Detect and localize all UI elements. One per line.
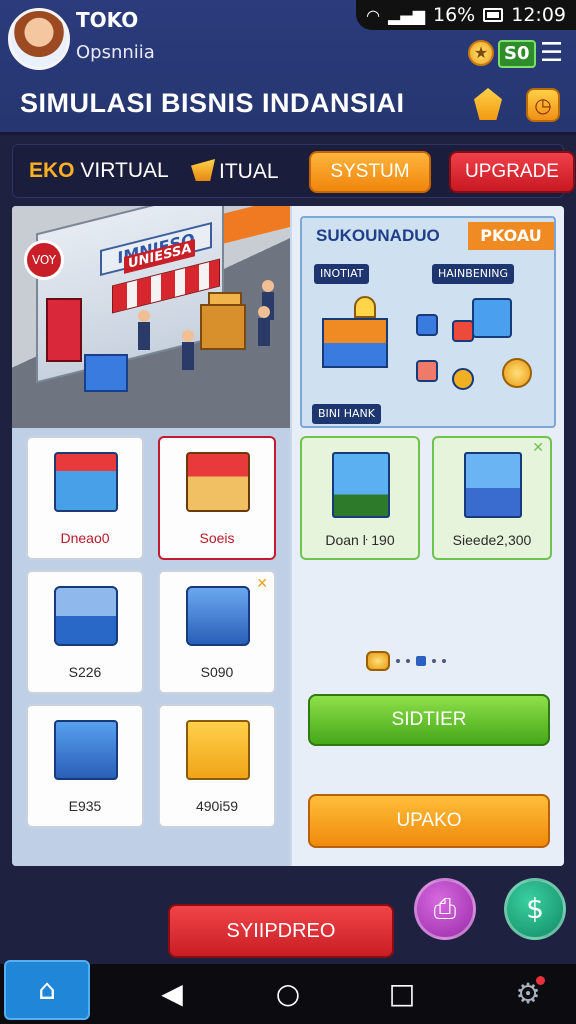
battery-percent: 16% [433, 4, 476, 26]
page-dot[interactable] [406, 659, 410, 663]
business-info-panel: SUKOUNADUO PKOAU INOTIAT HAINBENING BINI… [300, 216, 556, 428]
cooler-box [84, 354, 128, 392]
product-card-atm[interactable]: E935 [26, 704, 144, 828]
page-indicator [366, 650, 446, 672]
balance-display: S0 [498, 40, 536, 68]
product-card-tower[interactable]: ✕ S090 [158, 570, 276, 694]
tab-itual[interactable]: ITUAL [191, 159, 279, 184]
kiosk-icon [472, 298, 512, 338]
page-dot-active[interactable] [416, 656, 426, 666]
tab-row: EKO VIRTUAL ITUAL SYSTUM UPGRADE [12, 144, 575, 198]
info-chip: INOTIAT [314, 264, 370, 284]
info-tag[interactable]: PKOAU [468, 222, 554, 250]
tab-itual-label: ITUAL [219, 160, 279, 183]
product-price: 490i59 [195, 798, 239, 814]
atm-icon [54, 720, 118, 780]
coin-icon: ★ [468, 40, 494, 66]
systum-button[interactable]: SYSTUM [309, 151, 431, 193]
billboard-icon [332, 452, 390, 518]
back-icon[interactable]: ◀ [152, 976, 192, 1012]
receipt-icon[interactable]: ⎙ [414, 878, 476, 940]
product-price: S226 [68, 664, 102, 680]
tab-virtual[interactable]: EKO VIRTUAL [29, 159, 169, 183]
shield-icon [191, 159, 215, 181]
upgrade-button[interactable]: UPGRADE [449, 151, 575, 193]
recents-icon[interactable]: □ [382, 976, 422, 1012]
product-price: S090 [200, 664, 234, 680]
store-name: TOKO [76, 8, 139, 32]
signal-icon: ▂▄▆ [388, 5, 425, 25]
clock-time: 12:09 [511, 4, 566, 26]
wifi-icon: ◠ [366, 5, 381, 25]
store-logo: VOY [24, 240, 64, 280]
tab-virtual-prefix: EKO [29, 159, 75, 182]
info-chip: HAINBENING [432, 264, 514, 284]
home-circle-icon[interactable]: ○ [268, 976, 308, 1012]
vending-machine [46, 298, 82, 362]
product-card-bag[interactable]: 490i59 [158, 704, 276, 828]
lamp-icon [354, 296, 376, 318]
box-icon [452, 320, 474, 342]
display-case-icon [464, 452, 522, 518]
page-dot[interactable] [442, 659, 446, 663]
customer-figure [258, 306, 270, 346]
clock-icon[interactable]: ◷ [526, 88, 560, 122]
register-icon [54, 586, 118, 646]
customer-figure [182, 330, 194, 370]
dollar-icon[interactable]: $ [504, 878, 566, 940]
shop-icon [54, 452, 118, 512]
info-title: SUKOUNADUO [316, 226, 440, 245]
navigation-bar: ⌂ ◀ ○ □ ⚙ [0, 960, 576, 1024]
coin-icon [452, 368, 474, 390]
customer-figure [138, 310, 150, 350]
red-action-button[interactable]: SYIIPDREO [168, 904, 394, 958]
product-price: E935 [68, 798, 102, 814]
home-icon[interactable]: ⌂ [4, 960, 90, 1020]
game-title: SIMULASI BISNIS INDANSIAI [20, 88, 405, 118]
player-avatar[interactable] [8, 8, 70, 70]
store-subtitle: Opsnniia [76, 42, 155, 63]
menu-icon[interactable]: ☰ [540, 38, 563, 68]
store-scene[interactable]: VOY IMNIESO UNIESSA [12, 206, 290, 428]
close-icon[interactable]: ✕ [532, 440, 544, 456]
shopping-bag-icon [186, 720, 250, 780]
crate-stack [200, 304, 246, 350]
tab-virtual-label: VIRTUAL [80, 159, 169, 182]
product-price: Doan ŀ 190 [325, 532, 395, 548]
tower-icon [186, 586, 250, 646]
box-icon [416, 360, 438, 382]
left-column: VOY IMNIESO UNIESSA Dneao0 Soeis S226 ✕ [12, 206, 290, 866]
product-card-display[interactable]: ✕ Sieede2,300 [432, 436, 552, 560]
coin-stack-icon [502, 358, 532, 388]
desk-icon [322, 318, 388, 368]
product-card-board[interactable]: Doan ŀ 190 [300, 436, 420, 560]
product-card-shop[interactable]: Dneao0 [26, 436, 144, 560]
achievement-badge-icon[interactable] [474, 88, 502, 120]
right-column: SUKOUNADUO PKOAU INOTIAT HAINBENING BINI… [292, 206, 564, 866]
main-panel: VOY IMNIESO UNIESSA Dneao0 Soeis S226 ✕ [12, 206, 564, 866]
status-bar: ◠ ▂▄▆ 16% 12:09 [356, 0, 576, 30]
stall-icon [186, 452, 250, 512]
page-dot[interactable] [432, 659, 436, 663]
product-price: Dneao0 [60, 530, 110, 546]
box-icon [416, 314, 438, 336]
orange-action-button[interactable]: UPAKO [308, 794, 550, 848]
product-price: Soeis [199, 530, 235, 546]
battery-icon [483, 8, 504, 22]
notification-dot [536, 976, 545, 985]
page-dot[interactable] [396, 659, 400, 663]
product-card-register[interactable]: S226 [26, 570, 144, 694]
product-price: Sieede2,300 [452, 532, 532, 548]
info-chip: BINI HANK [312, 404, 381, 424]
green-action-button[interactable]: SIDTIER [308, 694, 550, 746]
coin-icon [366, 651, 390, 671]
close-icon[interactable]: ✕ [256, 576, 268, 592]
product-card-stall[interactable]: Soeis [158, 436, 276, 560]
